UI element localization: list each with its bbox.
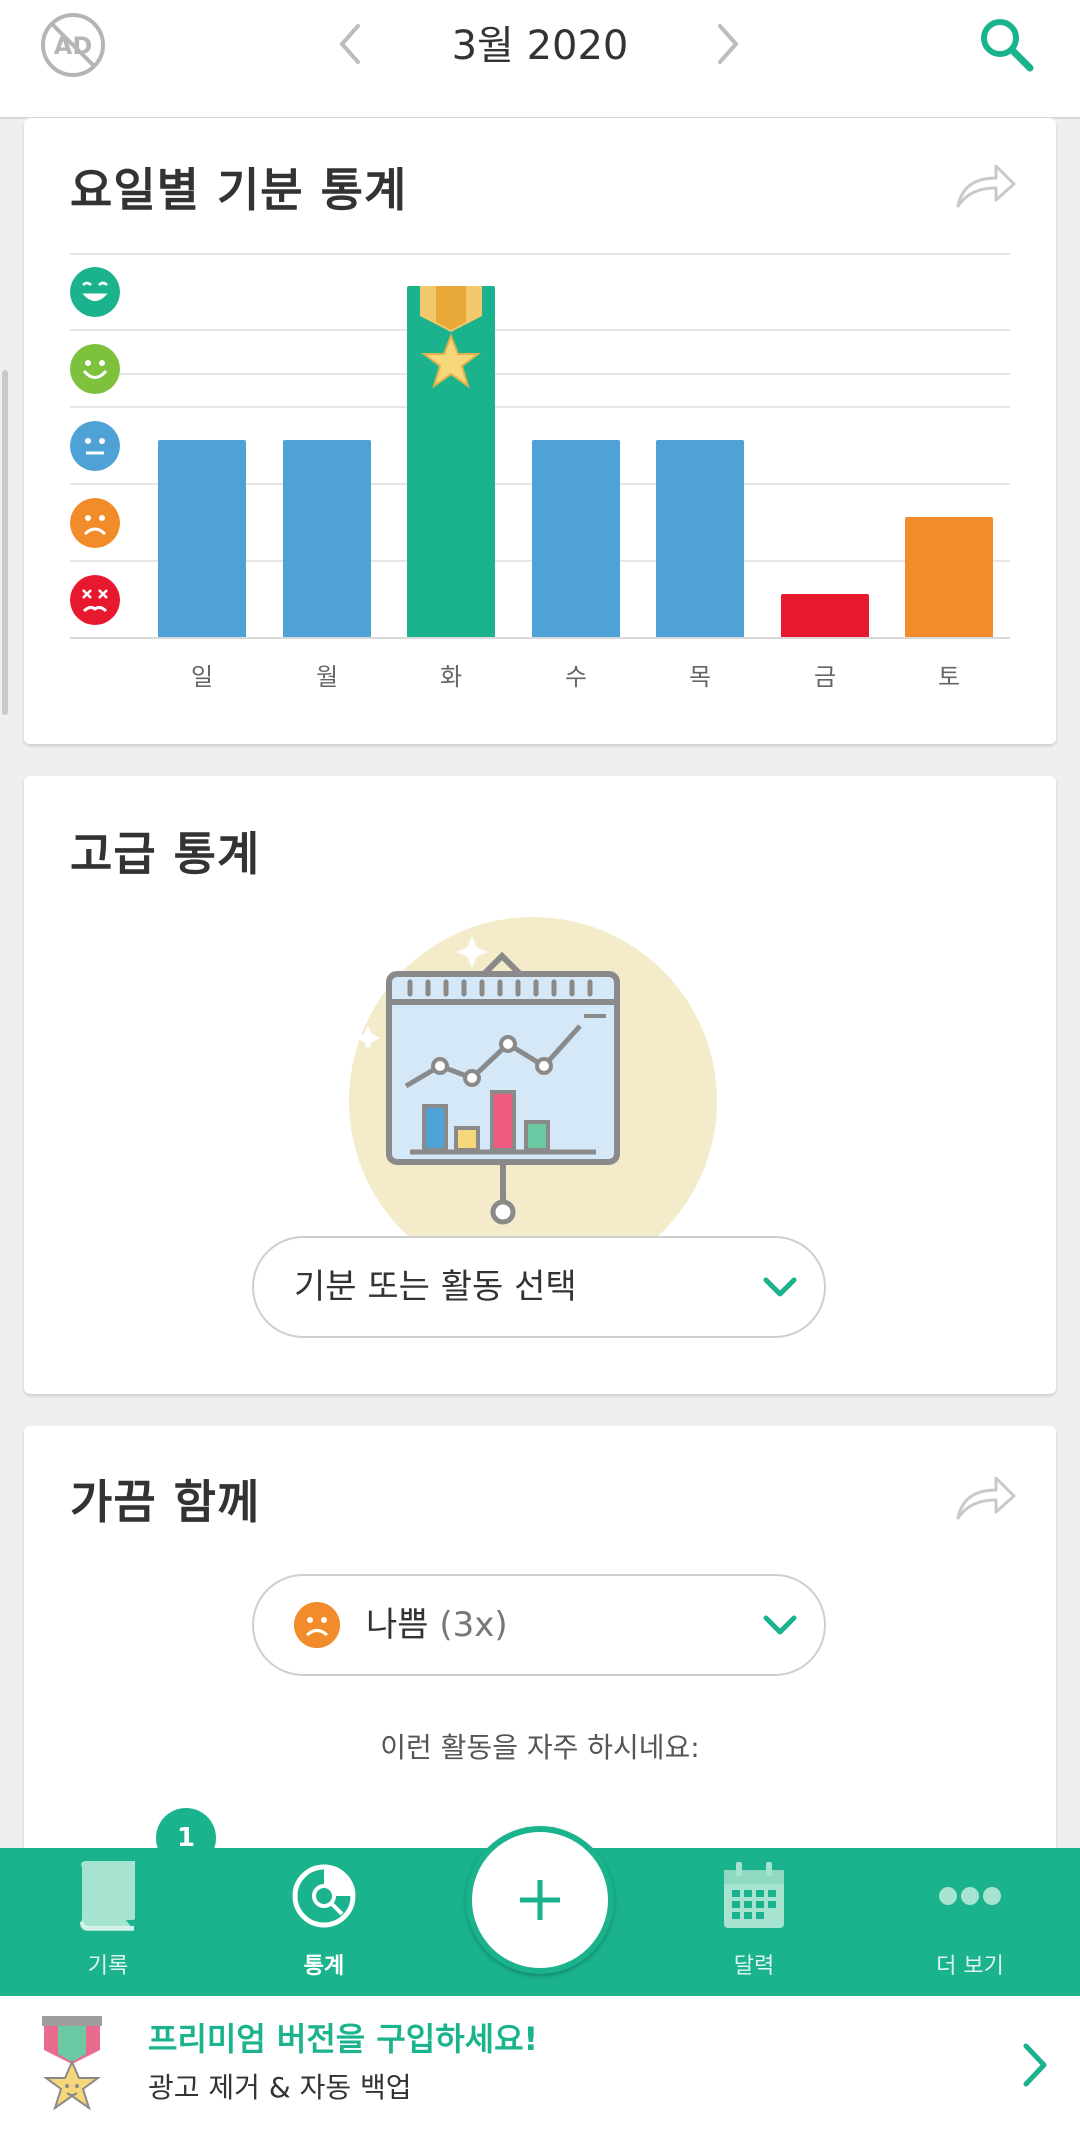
bar-7 <box>905 517 993 637</box>
scroll-indicator <box>2 370 8 715</box>
medal-icon <box>42 2016 102 2111</box>
chevron-down-icon <box>763 1615 797 1635</box>
nav-item-calendar[interactable]: 달력 <box>674 1848 834 1996</box>
gridline <box>70 329 1010 331</box>
x-tick-label: 화 <box>439 663 463 691</box>
chevron-down-icon <box>763 1277 797 1297</box>
bar-1 <box>158 440 246 637</box>
mood-good-icon <box>70 344 120 394</box>
ad-blocked-icon[interactable]: AD <box>38 10 108 80</box>
gridline <box>70 406 1010 408</box>
nav-label: 기록 <box>87 1954 129 1979</box>
mood-name: 나쁨 <box>366 1605 429 1645</box>
next-month-button[interactable] <box>708 18 748 70</box>
card-title: 가끔 함께 <box>70 1475 261 1529</box>
bar-2 <box>283 440 371 637</box>
nav-item-entries[interactable]: 기록 <box>28 1848 188 1996</box>
add-entry-button[interactable] <box>466 1826 614 1974</box>
stats-icon <box>292 1864 356 1928</box>
mood-count: (3x) <box>439 1605 508 1645</box>
more-icon <box>939 1887 1001 1905</box>
weekday-mood-card: 요일별 기분 통계 일 월 화 수 목 금 토 <box>24 118 1056 744</box>
mood-activity-select[interactable]: 기분 또는 활동 선택 <box>252 1236 826 1338</box>
mood-bad-icon <box>294 1602 340 1648</box>
premium-title: 프리미엄 버전을 구입하세요! <box>148 2020 539 2058</box>
select-label: 나쁨 (3x) <box>366 1576 508 1674</box>
gridline <box>70 373 1010 375</box>
bar-5 <box>656 440 744 637</box>
card-title: 고급 통계 <box>70 827 261 881</box>
plus-icon <box>520 1880 560 1920</box>
premium-banner[interactable]: 프리미엄 버전을 구입하세요! 광고 제거 & 자동 백업 <box>0 1996 1080 2129</box>
x-tick-label: 수 <box>564 663 588 691</box>
select-label: 기분 또는 활동 선택 <box>294 1267 577 1307</box>
previous-month-button[interactable] <box>330 18 370 70</box>
presentation-chart-icon <box>349 916 717 1236</box>
premium-subtitle: 광고 제거 & 자동 백업 <box>148 2071 412 2104</box>
baseline <box>70 637 1010 639</box>
x-tick-label: 목 <box>688 663 712 691</box>
mood-bad-icon <box>70 498 120 548</box>
mood-select[interactable]: 나쁨 (3x) <box>252 1574 826 1676</box>
book-icon <box>80 1861 135 1931</box>
mood-rad-icon <box>70 267 120 317</box>
hint-text: 이런 활동을 자주 하시네요: <box>380 1731 700 1764</box>
calendar-icon <box>724 1862 784 1928</box>
nav-item-more[interactable]: 더 보기 <box>890 1848 1050 1996</box>
chevron-right-icon <box>1023 2043 1047 2087</box>
x-tick-label: 토 <box>937 663 961 691</box>
top-bar: AD 3월 2020 <box>0 0 1080 119</box>
share-icon[interactable] <box>954 1472 1018 1522</box>
mood-meh-icon <box>70 421 120 471</box>
nav-label: 통계 <box>303 1954 345 1979</box>
advanced-stats-card: 고급 통계 기분 또는 활동 선택 <box>24 776 1056 1394</box>
x-tick-label: 금 <box>813 663 837 691</box>
card-title: 요일별 기분 통계 <box>70 163 408 217</box>
nav-label: 더 보기 <box>936 1954 1004 1979</box>
nav-label: 달력 <box>733 1954 775 1979</box>
weekday-mood-chart: 일월화수목금토 <box>70 253 1034 703</box>
x-tick-label: 일 <box>190 663 214 691</box>
mood-awful-icon <box>70 575 120 625</box>
search-icon[interactable] <box>976 14 1036 74</box>
medal-icon <box>420 286 482 389</box>
bar-6 <box>781 594 869 637</box>
gridline <box>70 253 1010 255</box>
x-tick-label: 월 <box>315 663 339 691</box>
bar-4 <box>532 440 620 637</box>
share-icon[interactable] <box>954 160 1018 210</box>
month-title[interactable]: 3월 2020 <box>400 16 680 76</box>
nav-item-stats[interactable]: 통계 <box>244 1848 404 1996</box>
